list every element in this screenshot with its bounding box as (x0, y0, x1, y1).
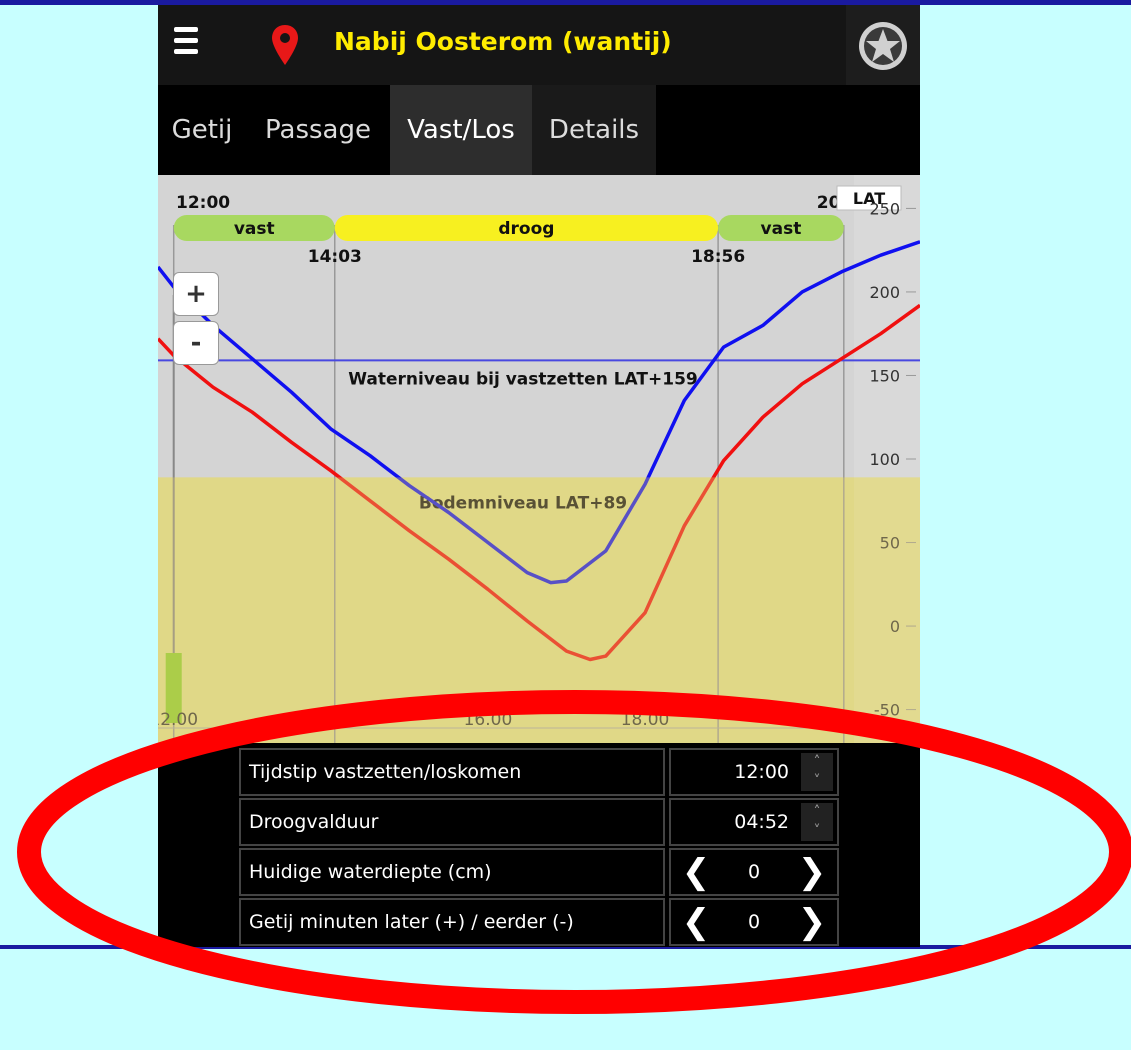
chevron-left-icon[interactable]: ❮ (673, 900, 719, 944)
star-icon (859, 22, 907, 70)
tide-chart-svg: 12:0020:3214:0318:56vastdroogvastLAT-500… (158, 175, 920, 743)
app-header: Nabij Oosterom (wantij) (158, 5, 920, 85)
setting-row-waterdiepte: Huidige waterdiepte (cm) ❮ 0 ❯ (239, 848, 920, 898)
tab-details[interactable]: Details (532, 85, 656, 175)
spin-up-icon[interactable]: ˄ (801, 803, 833, 822)
spin-down-icon[interactable]: ˅ (801, 772, 833, 791)
spin-down-icon[interactable]: ˅ (801, 822, 833, 841)
time-label-t2: 18:56 (691, 247, 745, 267)
water-level-label: Waterniveau bij vastzetten LAT+159 (348, 369, 697, 389)
y-tick-label: 100 (869, 450, 900, 469)
waterdiepte-value[interactable]: 0 (721, 850, 787, 894)
favorite-button[interactable] (846, 5, 920, 85)
y-tick-label: 200 (869, 283, 900, 302)
droogvalduur-label: Droogvalduur (239, 798, 665, 846)
chevron-left-icon[interactable]: ❮ (673, 850, 719, 894)
tijdstip-input[interactable]: 12:00 (671, 750, 799, 794)
page-title: Nabij Oosterom (wantij) (334, 27, 672, 56)
tab-vast-los[interactable]: Vast/Los (390, 85, 532, 175)
setting-row-droogvalduur: Droogvalduur 04:52 ˄ ˅ (239, 798, 920, 848)
chevron-right-icon[interactable]: ❯ (789, 900, 835, 944)
getij-minuten-value[interactable]: 0 (721, 900, 787, 944)
tide-chart: 12:0020:3214:0318:56vastdroogvastLAT-500… (158, 175, 920, 743)
getij-minuten-label: Getij minuten later (+) / eerder (-) (239, 898, 665, 946)
location-pin-icon (272, 25, 298, 65)
waterdiepte-stepper: ❮ 0 ❯ (669, 848, 839, 896)
app-window: Nabij Oosterom (wantij) Getij Passage Va… (158, 5, 920, 947)
droogvalduur-spinner: 04:52 ˄ ˅ (669, 798, 839, 846)
tab-getij[interactable]: Getij (158, 85, 246, 175)
droogvalduur-input[interactable]: 04:52 (671, 800, 799, 844)
bottom-level-overlay (158, 477, 920, 743)
time-label-t1: 14:03 (308, 247, 362, 267)
settings-panel: Tijdstip vastzetten/loskomen 12:00 ˄ ˅ D… (239, 748, 920, 947)
menu-icon[interactable] (174, 27, 214, 63)
tijdstip-spin[interactable]: ˄ ˅ (801, 753, 833, 791)
spin-up-icon[interactable]: ˄ (801, 753, 833, 772)
y-tick-label: 150 (869, 366, 900, 385)
phase-label-vast: vast (234, 219, 275, 239)
zoom-out-button[interactable]: - (173, 321, 219, 365)
phase-label-droog: droog (498, 219, 554, 239)
time-label-start: 12:00 (176, 193, 230, 213)
chevron-right-icon[interactable]: ❯ (789, 850, 835, 894)
zoom-in-button[interactable]: + (173, 272, 219, 316)
y-tick-label: 250 (869, 199, 900, 218)
tab-passage[interactable]: Passage (246, 85, 390, 175)
phase-label-vast: vast (761, 219, 802, 239)
waterdiepte-label: Huidige waterdiepte (cm) (239, 848, 665, 896)
droogvalduur-spin[interactable]: ˄ ˅ (801, 803, 833, 841)
setting-row-getij-minuten: Getij minuten later (+) / eerder (-) ❮ 0… (239, 898, 920, 947)
tijdstip-label: Tijdstip vastzetten/loskomen (239, 748, 665, 796)
setting-row-tijdstip: Tijdstip vastzetten/loskomen 12:00 ˄ ˅ (239, 748, 920, 798)
getij-minuten-stepper: ❮ 0 ❯ (669, 898, 839, 946)
tab-bar: Getij Passage Vast/Los Details (158, 85, 920, 175)
tijdstip-spinner: 12:00 ˄ ˅ (669, 748, 839, 796)
